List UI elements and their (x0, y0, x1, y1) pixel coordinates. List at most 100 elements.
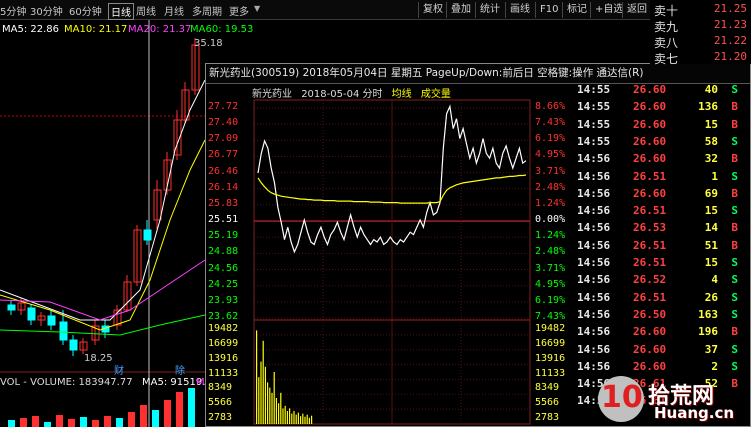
trade-time: 14:56 (577, 238, 611, 252)
trade-tick-row: 14:56 26.60 69 B (575, 187, 746, 204)
price-tick-label: 25.83 (208, 197, 239, 209)
percent-tick-label: 1.24% (535, 230, 566, 242)
trade-time: 14:55 (577, 117, 611, 131)
percent-tick-label: 8.66% (535, 101, 566, 112)
volume-bar (311, 415, 313, 424)
volume-bar (300, 416, 302, 424)
event-label-fu[interactable]: 除 (175, 362, 185, 377)
ma5-label: MA5: 22.86 (2, 24, 60, 35)
trade-side: S (731, 307, 738, 321)
volume-tick-label: 8349 (208, 382, 233, 394)
percent-tick-label: 6.19% (535, 133, 566, 145)
trade-price: 26.51 (633, 290, 667, 304)
trade-tick-row: 14:56 26.51 15 S (575, 256, 746, 273)
volume-bar (256, 330, 258, 424)
trade-volume: 15 (704, 256, 718, 269)
trade-volume: 196 (698, 325, 718, 339)
price-tick-label: 27.40 (208, 117, 239, 129)
price-tick-label: 25.51 (208, 214, 239, 226)
trade-volume: 37 (704, 342, 718, 356)
price-tick-label: 23.62 (208, 311, 239, 322)
stats-button[interactable]: 统计 (475, 2, 504, 18)
price-tick-label: 26.46 (208, 165, 239, 177)
trade-side: S (731, 290, 738, 304)
trade-tick-row: 14:56 26.53 14 B (575, 221, 746, 238)
trade-price: 26.52 (633, 273, 667, 287)
watermark-sub-text: Huang.cn (654, 404, 735, 422)
period-multi[interactable]: 多周期 (192, 3, 222, 18)
period-monthly[interactable]: 月线 (164, 3, 184, 18)
trade-volume: 58 (704, 134, 718, 148)
volume-bar (282, 408, 284, 424)
trade-price: 26.60 (633, 152, 667, 166)
trade-side: S (731, 169, 738, 183)
volume-bar (104, 416, 111, 427)
trade-time: 14:56 (577, 273, 611, 287)
chevron-down-icon[interactable]: ▼ (254, 4, 260, 13)
volume-bar (8, 420, 15, 427)
trade-volume: 69 (704, 186, 718, 200)
adjust-button[interactable]: 复权 (418, 2, 447, 18)
volume-bar (269, 387, 271, 424)
event-label-cai[interactable]: 财 (114, 362, 124, 377)
volume-bar (273, 372, 275, 424)
period-30min[interactable]: 30分钟 (30, 3, 63, 18)
price-tick-label: 24.25 (208, 278, 239, 290)
candle-body (69, 339, 78, 351)
volume-bar (275, 398, 277, 424)
ask-level: 卖七 21.20 (654, 50, 747, 66)
candle-body (143, 229, 152, 241)
trade-time: 14:56 (577, 256, 611, 269)
ask-level: 卖十 21.25 (654, 2, 747, 18)
volume-bar (56, 415, 63, 427)
price-tick-label: 26.77 (208, 149, 239, 161)
trade-price: 26.50 (633, 307, 667, 321)
period-5min[interactable]: 5分钟 (0, 3, 26, 18)
trade-price: 26.60 (633, 342, 667, 356)
price-tick-label: 27.09 (208, 133, 239, 145)
f10-button[interactable]: F10 (535, 2, 562, 18)
trade-side: B (731, 152, 738, 166)
trade-time: 14:56 (577, 204, 611, 218)
volume-bar (306, 414, 308, 424)
volume-bar (304, 416, 306, 424)
trade-time: 14:56 (577, 221, 611, 235)
site-watermark: 10 拾荒网 Huang.cn (598, 376, 748, 424)
mark-button[interactable]: 标记 (562, 2, 591, 18)
trade-price: 26.60 (633, 117, 667, 131)
period-daily[interactable]: 日线 (108, 3, 134, 20)
percent-tick-label: 4.95% (535, 149, 566, 161)
volume-tick-label: 16699 (208, 337, 239, 349)
trade-price: 26.51 (633, 238, 667, 252)
volume-bar (188, 388, 195, 427)
back-button[interactable]: 返回 (622, 2, 651, 18)
volume-bar (32, 416, 39, 427)
candle-body (47, 315, 56, 326)
trade-volume: 32 (704, 152, 718, 166)
period-weekly[interactable]: 周线 (136, 3, 156, 18)
period-toolbar: 5分钟 30分钟 60分钟 日线 周线 月线 多周期 更多 ▼ 复权 叠加 统计… (0, 0, 751, 20)
volume-tick-label: 2783 (535, 412, 560, 424)
trade-time: 14:56 (577, 169, 611, 183)
volume-label: VOL - VOLUME: 183947.77 (0, 377, 133, 388)
volume-bar (291, 413, 293, 424)
price-tick-label: 24.56 (208, 262, 239, 274)
trade-time: 14:56 (577, 290, 611, 304)
percent-tick-label: 1.24% (535, 197, 566, 209)
volume-tick-label: 13916 (208, 352, 239, 364)
volume-bar (286, 411, 288, 424)
trade-side: S (731, 83, 738, 96)
period-more[interactable]: 更多 (229, 3, 249, 18)
trade-side: B (731, 238, 738, 252)
popup-title[interactable]: 新光药业(300519) 2018年05月04日 星期五 PageUp/Down… (206, 64, 750, 84)
trade-tick-row: 14:56 26.50 163 S (575, 308, 746, 325)
volume-bar (140, 405, 147, 427)
draw-button[interactable]: 画线 (505, 2, 534, 18)
period-60min[interactable]: 60分钟 (69, 3, 102, 18)
overlay-button[interactable]: 叠加 (446, 2, 475, 18)
trade-volume: 26 (704, 290, 718, 304)
ma20-label: MA20: 21.37 (128, 24, 192, 35)
price-tick-label: 23.93 (208, 294, 239, 306)
percent-tick-label: 7.43% (535, 311, 566, 322)
trade-tick-row: 14:56 26.51 1 S (575, 170, 746, 187)
